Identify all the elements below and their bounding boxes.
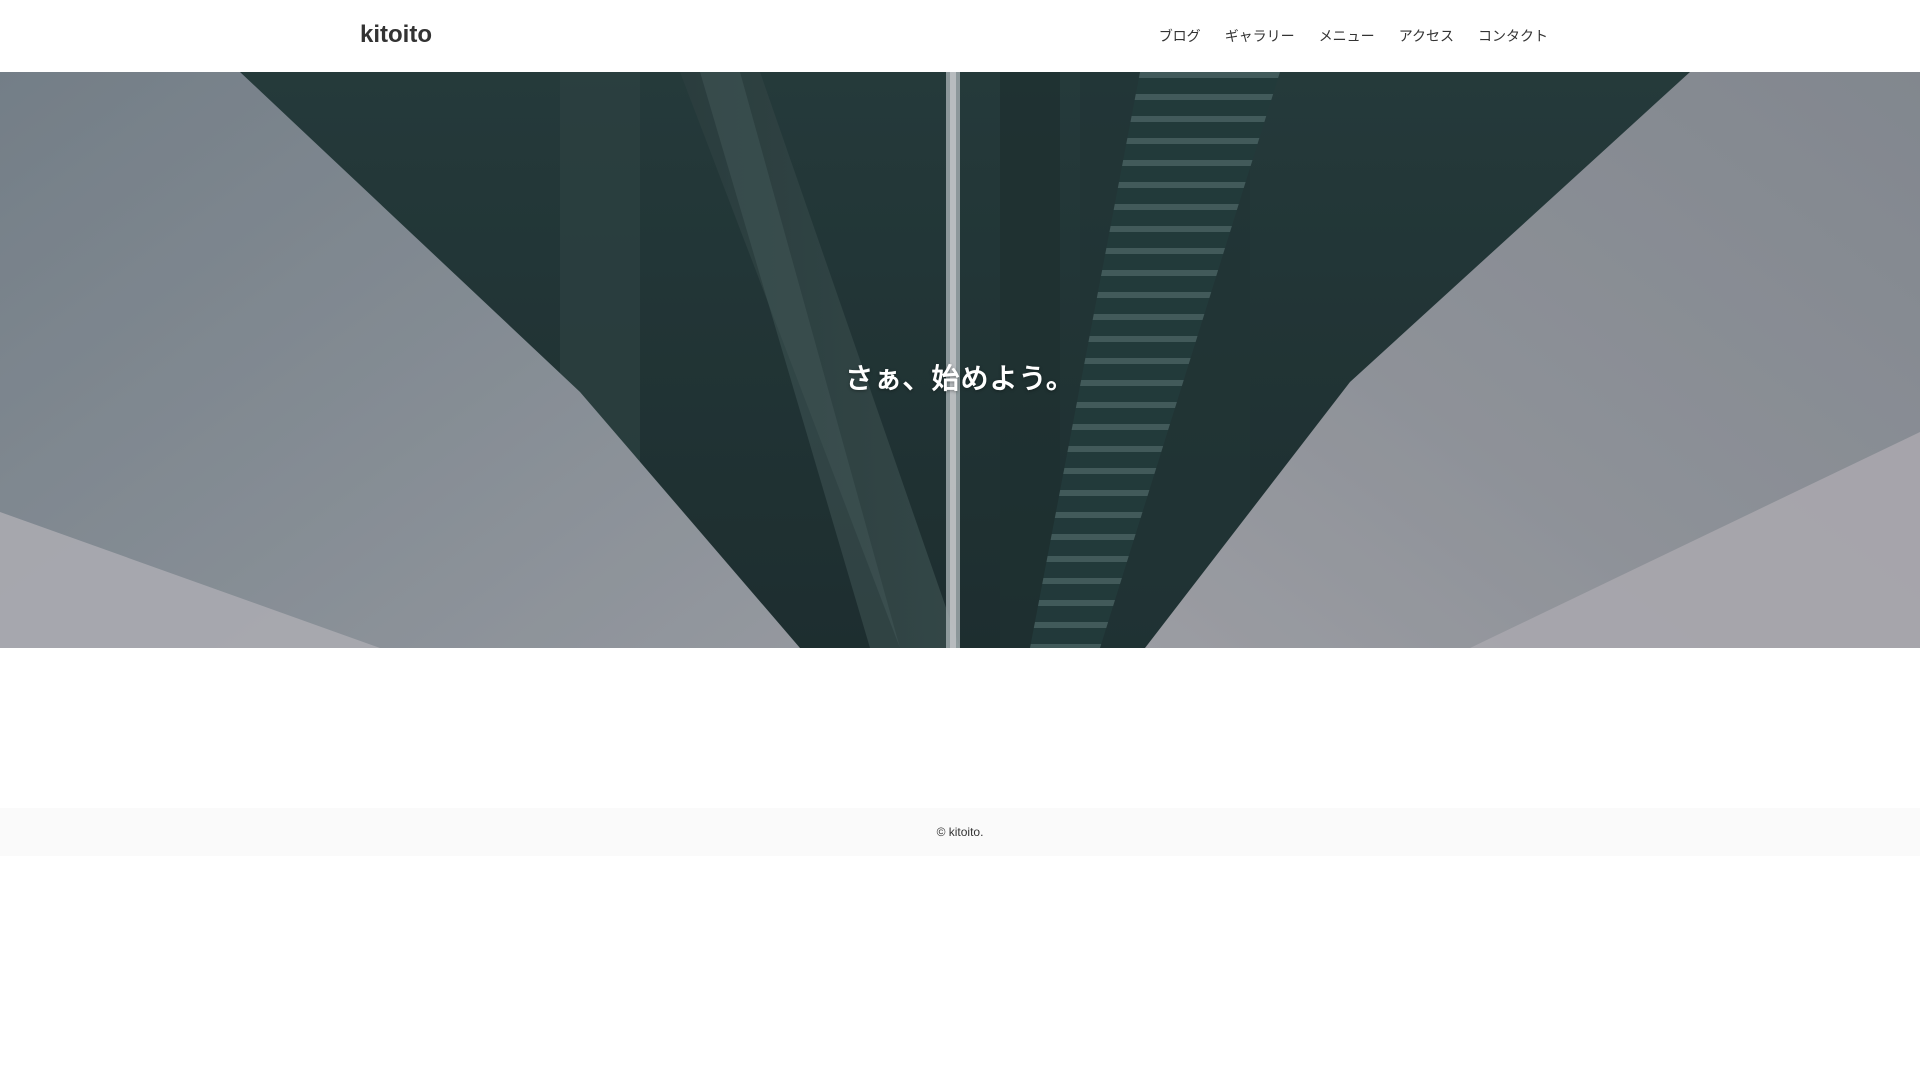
site-header: kitoito ブログ ギャラリー メニュー アクセス コンタクト — [0, 0, 1920, 72]
nav-link-menu[interactable]: メニュー — [1319, 29, 1375, 45]
nav-link-gallery[interactable]: ギャラリー — [1225, 29, 1295, 45]
site-footer: © kitoito. — [0, 808, 1920, 856]
hero-title: さぁ、始めよう。 — [845, 361, 1075, 395]
nav-link-access[interactable]: アクセス — [1399, 29, 1454, 45]
copyright-text: © kitoito. — [936, 825, 984, 839]
nav-item-contact: コンタクト — [1478, 26, 1548, 47]
nav-link-contact[interactable]: コンタクト — [1478, 29, 1548, 45]
hero-section: さぁ、始めよう。 — [0, 72, 1920, 648]
nav-item-menu: メニュー — [1319, 26, 1375, 47]
nav-link-blog[interactable]: ブログ — [1159, 29, 1201, 45]
nav-item-access: アクセス — [1399, 26, 1454, 47]
nav-item-blog: ブログ — [1159, 26, 1201, 47]
main-nav: ブログ ギャラリー メニュー アクセス コンタクト — [1159, 26, 1548, 47]
site-logo[interactable]: kitoito — [360, 20, 432, 50]
nav-item-gallery: ギャラリー — [1225, 26, 1295, 47]
